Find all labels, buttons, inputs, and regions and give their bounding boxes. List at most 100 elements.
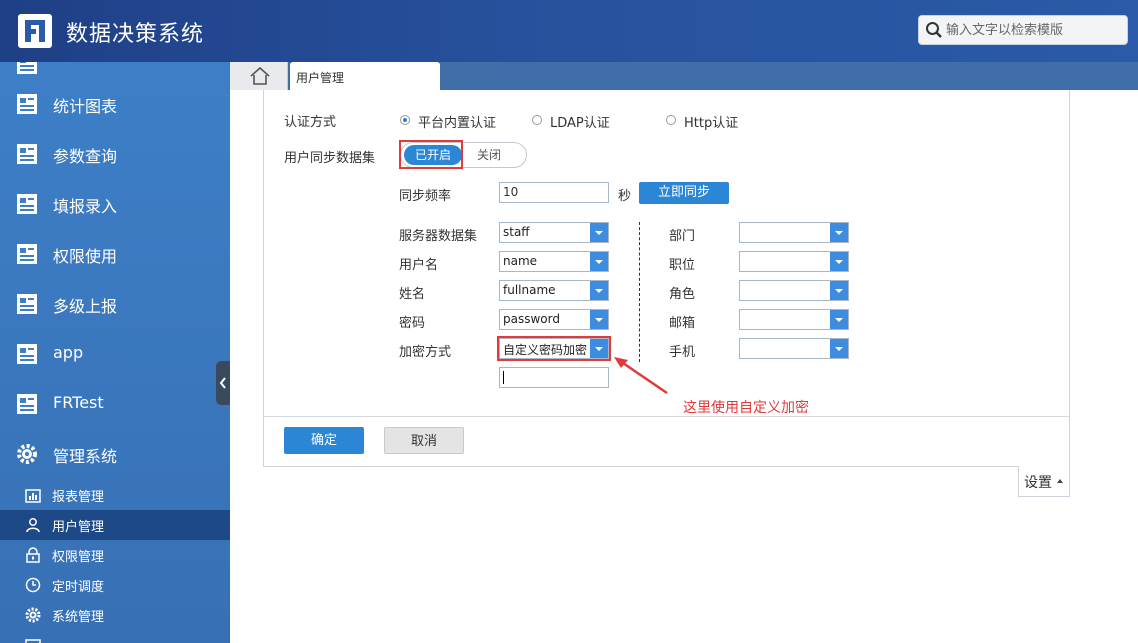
sidebar-subitem-label: 报表管理 — [52, 490, 105, 505]
gear-icon — [25, 607, 41, 623]
sidebar-collapse-button[interactable] — [216, 361, 230, 405]
report-icon — [17, 194, 37, 214]
sidebar-subitem-permission-mgmt[interactable]: 权限管理 — [0, 540, 230, 570]
gear-icon — [17, 444, 37, 464]
field-label-mobile: 手机 — [669, 345, 696, 360]
clock-icon — [25, 577, 41, 593]
sidebar-item-label: 填报录入 — [53, 197, 118, 216]
chart-icon — [25, 489, 41, 503]
sidebar: 统计图表 参数查询 填报录入 权限使用 多级上报 app FRTest 管理系统… — [0, 62, 230, 643]
radio-label: Http认证 — [684, 116, 739, 131]
search-icon — [926, 22, 942, 38]
settings-button[interactable]: 设置 — [1018, 466, 1070, 497]
radio-label: LDAP认证 — [550, 116, 610, 131]
field-label-position: 职位 — [669, 258, 696, 273]
sidebar-item-permission-use[interactable]: 权限使用 — [0, 230, 230, 280]
report-icon — [17, 394, 37, 414]
sidebar-subitem-system-mgmt[interactable]: 系统管理 — [0, 600, 230, 630]
mobile-select[interactable] — [739, 338, 849, 359]
sync-dataset-label: 用户同步数据集 — [284, 151, 376, 166]
tab-user-management[interactable]: 用户管理 — [290, 62, 440, 90]
sidebar-item-label: 多级上报 — [53, 297, 118, 316]
sidebar-item-label: FRTest — [53, 393, 104, 412]
fullname-select[interactable]: fullname — [499, 280, 609, 301]
user-icon — [26, 518, 40, 533]
sidebar-item-frtest[interactable]: FRTest — [0, 380, 230, 430]
password-select[interactable]: password — [499, 309, 609, 330]
chevron-down-icon[interactable] — [830, 281, 848, 300]
annotation-text: 这里使用自定义加密 — [683, 400, 809, 416]
email-select[interactable] — [739, 309, 849, 330]
sync-now-button[interactable]: 立即同步 — [639, 182, 729, 204]
cancel-button[interactable]: 取消 — [384, 427, 464, 454]
tab-bar: 用户管理 — [230, 62, 1138, 90]
sidebar-subitem-label: 用户管理 — [52, 520, 105, 535]
field-label-password: 密码 — [399, 316, 426, 331]
report-icon — [17, 244, 37, 264]
select-value: password — [503, 312, 560, 326]
sync-freq-unit: 秒 — [618, 189, 632, 204]
highlight-box — [497, 336, 611, 361]
custom-encryption-input[interactable] — [499, 367, 609, 388]
search-box[interactable] — [918, 15, 1128, 45]
window-icon — [25, 639, 41, 643]
tab-label: 用户管理 — [296, 71, 345, 85]
field-label-username: 用户名 — [399, 258, 439, 273]
sidebar-item-fill-entry[interactable]: 填报录入 — [0, 180, 230, 230]
field-label-role: 角色 — [669, 287, 696, 302]
footer-divider — [263, 416, 1070, 417]
auth-method-label: 认证方式 — [284, 115, 337, 130]
chevron-down-icon[interactable] — [830, 339, 848, 358]
sidebar-item-label: 管理系统 — [53, 447, 118, 466]
toggle-off-label[interactable]: 关闭 — [477, 146, 501, 163]
chevron-down-icon[interactable] — [590, 252, 608, 271]
radio-http-auth[interactable]: Http认证 — [666, 112, 756, 131]
chevron-down-icon[interactable] — [830, 223, 848, 242]
report-icon — [17, 294, 37, 314]
sidebar-item-management[interactable]: 管理系统 — [0, 430, 230, 480]
select-value: name — [503, 254, 538, 268]
chevron-down-icon[interactable] — [590, 281, 608, 300]
chevron-down-icon[interactable] — [590, 223, 608, 242]
annotation-arrow-icon — [614, 357, 668, 395]
sync-freq-input[interactable]: 10 — [499, 182, 609, 203]
home-icon — [250, 67, 270, 85]
chevron-down-icon[interactable] — [830, 252, 848, 271]
radio-platform-auth[interactable]: 平台内置认证 — [400, 112, 510, 131]
sidebar-item-app[interactable]: app — [0, 330, 230, 380]
sidebar-subitem-label: 权限管理 — [52, 550, 105, 565]
select-value: fullname — [503, 283, 556, 297]
field-label-department: 部门 — [669, 229, 696, 244]
radio-ldap-auth[interactable]: LDAP认证 — [532, 112, 622, 131]
field-label-email: 邮箱 — [669, 316, 696, 331]
report-icon — [17, 62, 37, 74]
department-select[interactable] — [739, 222, 849, 243]
search-input[interactable] — [946, 20, 1121, 40]
lock-icon — [26, 547, 40, 563]
dataset-select[interactable]: staff — [499, 222, 609, 243]
sidebar-subitem-partial[interactable] — [0, 630, 230, 643]
sidebar-item-stat-chart[interactable]: 统计图表 — [0, 80, 230, 130]
sidebar-item-param-query[interactable]: 参数查询 — [0, 130, 230, 180]
sidebar-item-multi-report[interactable]: 多级上报 — [0, 280, 230, 330]
chevron-left-icon — [219, 377, 226, 389]
username-select[interactable]: name — [499, 251, 609, 272]
radio-dot — [532, 115, 542, 125]
radio-label: 平台内置认证 — [418, 116, 497, 131]
sidebar-subitem-report-mgmt[interactable]: 报表管理 — [0, 480, 230, 510]
caret-up-icon — [1057, 479, 1063, 483]
field-label-fullname: 姓名 — [399, 287, 426, 302]
tab-home[interactable] — [230, 62, 288, 90]
sidebar-item-label: 参数查询 — [53, 147, 118, 166]
sidebar-subitem-schedule[interactable]: 定时调度 — [0, 570, 230, 600]
field-label-dataset: 服务器数据集 — [399, 229, 478, 244]
position-select[interactable] — [739, 251, 849, 272]
settings-label: 设置 — [1024, 475, 1052, 491]
role-select[interactable] — [739, 280, 849, 301]
confirm-button[interactable]: 确定 — [284, 427, 364, 454]
chevron-down-icon[interactable] — [590, 310, 608, 329]
chevron-down-icon[interactable] — [830, 310, 848, 329]
sidebar-subitem-user-mgmt[interactable]: 用户管理 — [0, 510, 230, 540]
highlight-box — [399, 140, 463, 169]
sidebar-item-label: 权限使用 — [53, 247, 118, 266]
